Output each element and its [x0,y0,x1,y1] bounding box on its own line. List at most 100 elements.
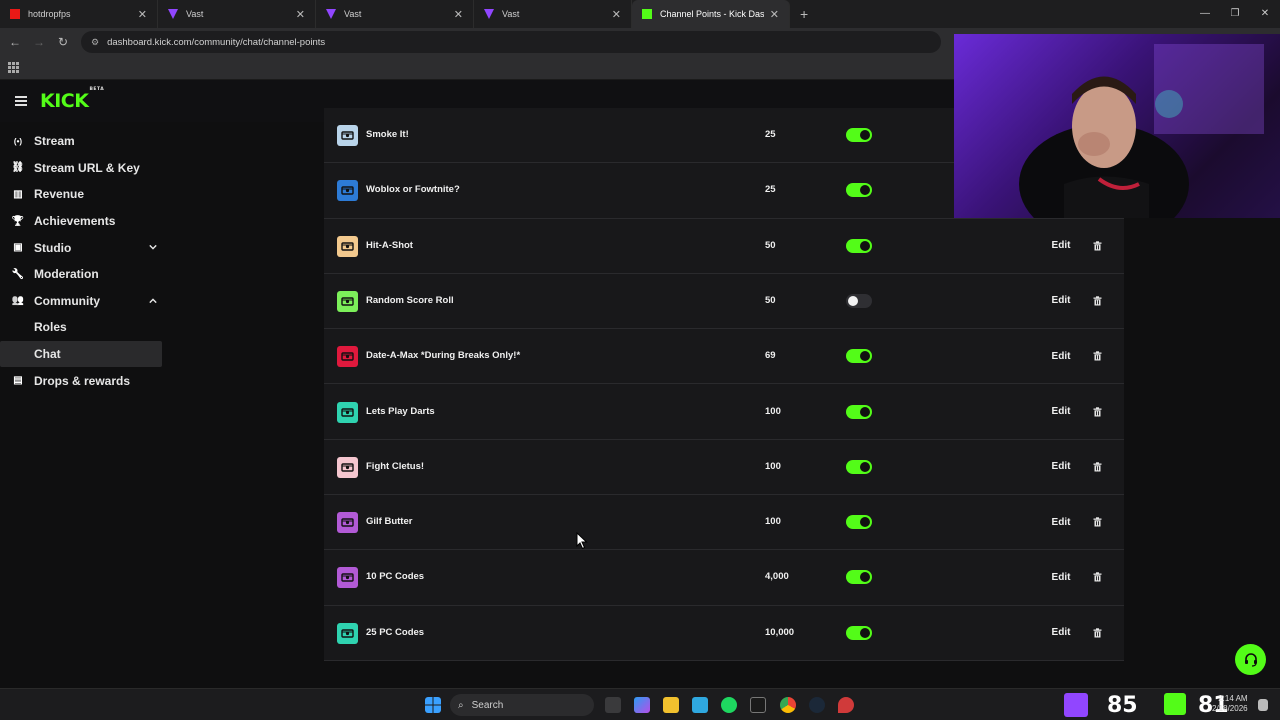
site-info-icon[interactable]: ⚙ [91,37,99,48]
reward-enabled-toggle[interactable] [846,625,872,640]
new-tab-button[interactable]: + [800,6,808,22]
reward-enabled-toggle[interactable] [846,515,872,530]
url-field[interactable]: ⚙ dashboard.kick.com/community/chat/chan… [81,31,941,53]
sidebar-item-label: Stream URL & Key [34,160,140,175]
reward-enabled-toggle[interactable] [846,404,872,419]
forward-button[interactable]: → [27,35,51,49]
minimize-button[interactable]: — [1190,0,1220,28]
support-chat-button[interactable] [1235,644,1266,675]
sidebar-item-label: Moderation [34,267,99,282]
link-icon: ⛓ [11,162,25,174]
apps-grid-icon[interactable] [8,62,19,73]
hamburger-menu-icon[interactable] [15,96,27,106]
gift-icon: ▤ [13,375,23,387]
reward-enabled-toggle[interactable] [846,349,872,364]
system-clock[interactable]: 2:14 AM 2/18/2026 [1212,694,1248,714]
chrome-icon[interactable] [780,697,796,713]
maps-pin-icon[interactable] [838,697,854,713]
edit-button[interactable]: Edit [1046,235,1076,257]
delete-button[interactable] [1087,235,1107,257]
hud-app-icon[interactable] [750,697,766,713]
maximize-button[interactable]: ❐ [1220,0,1250,28]
beta-badge: BETA [89,86,105,92]
reward-cost: 4,000 [765,571,789,583]
delete-button[interactable] [1087,290,1107,312]
reward-name: Smoke It! [366,129,409,140]
kick-icon [642,9,652,19]
reward-enabled-toggle[interactable] [846,570,872,585]
reward-row: Gilf Butter 100 Edit [324,495,1124,551]
toggle-knob [860,627,870,638]
twitch-tray-icon[interactable] [1064,693,1088,717]
close-tab-icon[interactable]: ✕ [454,8,463,21]
sidebar-item-community[interactable]: 👥 Community [0,288,170,315]
reward-enabled-toggle[interactable] [846,459,872,474]
trash-icon [1093,517,1101,527]
toggle-knob [860,130,870,140]
chevron-down-icon[interactable] [149,243,157,251]
close-tab-icon[interactable]: ✕ [770,8,779,21]
kick-logo[interactable]: KICKBETA [40,86,105,112]
chevron-up-icon[interactable] [149,297,157,305]
sidebar-item-moderation[interactable]: 🔧 Moderation [0,261,170,288]
close-tab-icon[interactable]: ✕ [296,8,305,21]
taskbar-search[interactable]: ⌕ Search [450,694,594,716]
reward-enabled-toggle[interactable] [846,293,872,308]
delete-button[interactable] [1087,456,1107,478]
logo-text: KICK [40,90,89,112]
close-window-button[interactable]: ✕ [1250,0,1280,28]
reload-button[interactable]: ↻ [51,35,75,49]
reward-row: Date-A-Max *During Breaks Only!* 69 Edit [324,329,1124,385]
close-tab-icon[interactable]: ✕ [612,8,621,21]
browser-tab[interactable]: hotdropfps ✕ [0,0,158,28]
notification-icon[interactable] [1258,699,1268,711]
edit-button[interactable]: Edit [1046,511,1076,533]
delete-button[interactable] [1087,511,1107,533]
sidebar-item-drops-rewards[interactable]: ▤ Drops & rewards [0,367,170,394]
delete-button[interactable] [1087,566,1107,588]
delete-button[interactable] [1087,345,1107,367]
steam-icon[interactable] [809,697,825,713]
sidebar-item-achievements[interactable]: 🏆 Achievements [0,208,170,235]
reward-cost: 10,000 [765,626,795,638]
sidebar-item-chat[interactable]: Chat [0,340,162,368]
edit-button[interactable]: Edit [1046,622,1076,644]
edit-button[interactable]: Edit [1046,566,1076,588]
sidebar-item-stream[interactable]: (•) Stream [0,128,170,155]
delete-button[interactable] [1087,622,1107,644]
task-view-icon[interactable] [605,697,621,713]
reward-cost: 100 [765,460,781,472]
reward-name: Hit-A-Shot [366,239,413,251]
browser-tab[interactable]: Vast ✕ [158,0,316,28]
toggle-knob [860,406,870,417]
notepad-icon[interactable] [692,697,708,713]
kick-tray-icon[interactable] [1164,693,1186,715]
edit-button[interactable]: Edit [1046,401,1076,423]
sidebar-item-label: Revenue [34,187,85,202]
browser-tab[interactable]: Channel Points - Kick Dashboard ✕ [632,0,790,28]
reward-enabled-toggle[interactable] [846,238,872,253]
tab-title: hotdropfps [28,9,71,19]
back-button[interactable]: ← [3,35,27,49]
sidebar-item-revenue[interactable]: ▥ Revenue [0,181,170,208]
headset-icon [1244,652,1257,667]
browser-tab[interactable]: Vast ✕ [316,0,474,28]
spotify-icon[interactable] [721,697,737,713]
edit-button[interactable]: Edit [1046,345,1076,367]
reward-enabled-toggle[interactable] [846,128,872,142]
reward-enabled-toggle[interactable] [846,183,872,198]
sidebar-nav: (•) Stream ⛓ Stream URL & Key ▥ Revenue 🏆 Achie… [0,128,170,394]
edit-button[interactable]: Edit [1046,456,1076,478]
browser-tab[interactable]: Vast ✕ [474,0,632,28]
copilot-icon[interactable] [634,697,650,713]
file-explorer-icon[interactable] [663,697,679,713]
sidebar-item-label: Roles [34,320,67,335]
sidebar-item-studio[interactable]: ▣ Studio [0,234,170,261]
close-tab-icon[interactable]: ✕ [138,8,147,21]
windows-start-icon[interactable] [425,697,441,713]
delete-button[interactable] [1087,401,1107,423]
edit-button[interactable]: Edit [1046,290,1076,312]
trash-icon [1093,351,1101,361]
sidebar-item-stream-url-key[interactable]: ⛓ Stream URL & Key [0,155,170,182]
sidebar-item-roles[interactable]: Roles [0,314,170,341]
